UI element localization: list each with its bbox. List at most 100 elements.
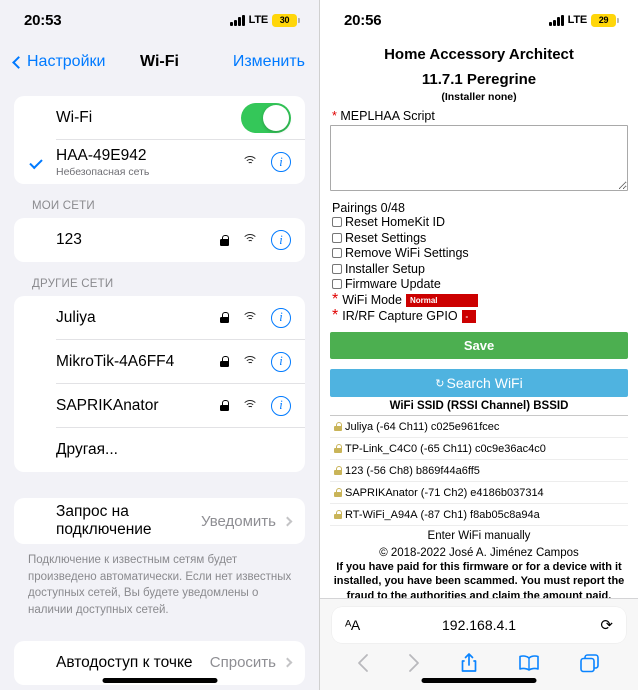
- network-icons: i: [220, 307, 291, 328]
- home-indicator: [421, 678, 537, 683]
- chevron-right-icon: [282, 516, 293, 526]
- pairings-count: Pairings 0/48: [332, 200, 405, 215]
- list-item[interactable]: 123 i: [56, 218, 305, 262]
- checkbox-row-remove-wifi-settings[interactable]: Remove WiFi Settings: [332, 246, 628, 262]
- ask-to-join-row[interactable]: Запрос на подключение Уведомить: [56, 498, 305, 544]
- network-ssid: Juliya: [56, 308, 96, 326]
- checkbox-firmware-update[interactable]: [332, 279, 342, 290]
- my-networks-card: 123 i: [14, 218, 305, 262]
- lock-icon: [220, 312, 229, 323]
- table-row[interactable]: SAPRIKAnator (-71 Ch2) e4186b037314: [330, 482, 628, 504]
- left-phone-wifi-settings: 20:53 LTE 30 Настройки Wi-Fi Изменить Wi…: [0, 0, 319, 690]
- checkbox-row-firmware-update[interactable]: Firmware Update: [332, 277, 628, 293]
- wifi-icon: [242, 355, 258, 368]
- ir-rf-gpio-row: * IR/RF Capture GPIO -: [332, 307, 628, 324]
- lock-icon: [334, 510, 343, 519]
- checkbox-row-installer-setup[interactable]: Installer Setup: [332, 261, 628, 277]
- wifi-icon: [242, 156, 258, 168]
- home-indicator: [102, 678, 217, 683]
- battery-level: 30: [279, 15, 290, 25]
- connected-network-row[interactable]: HAA-49E942 Небезопасная сеть i: [29, 140, 305, 184]
- edit-button[interactable]: Изменить: [233, 53, 305, 71]
- wifi-toggle-row[interactable]: Wi-Fi: [56, 96, 305, 140]
- other-networks-card: Juliya i MikroTik-4A6FF4 i SAPRIKAnator …: [14, 296, 305, 472]
- checkbox-row-reset-settings[interactable]: Reset Settings: [332, 230, 628, 246]
- back-icon[interactable]: [357, 653, 369, 678]
- info-icon[interactable]: i: [271, 395, 291, 416]
- status-time: 20:53: [24, 11, 62, 29]
- network-text: SAPRIKAnator: [56, 392, 220, 420]
- checkbox-label: Reset HomeKit ID: [345, 215, 446, 230]
- table-row[interactable]: TP-Link_C4C0 (-65 Ch11) c0c9e36ac4c0: [330, 438, 628, 460]
- scan-ssid: 123: [345, 464, 364, 477]
- scan-bssid: c025e961fcec: [430, 420, 500, 433]
- required-asterisk: *: [332, 307, 339, 324]
- checkbox-installer-setup[interactable]: [332, 263, 342, 274]
- chevron-right-icon: [282, 657, 293, 668]
- network-ssid: 123: [56, 231, 82, 248]
- wifi-main-card: Wi-Fi HAA-49E942 Небезопасная сеть i: [14, 96, 305, 184]
- table-row[interactable]: Juliya (-64 Ch11) c025e961fcec: [330, 416, 628, 438]
- checkbox-label: Reset Settings: [345, 230, 427, 245]
- ir-rf-gpio-select[interactable]: -: [461, 309, 476, 323]
- network-icons: i: [220, 351, 291, 372]
- search-wifi-button[interactable]: ↻ Search WiFi: [330, 369, 628, 397]
- app-title-line2: 11.7.1 Peregrine: [421, 70, 537, 88]
- lock-icon: [220, 400, 229, 411]
- scan-bssid: f8ab05c8a94a: [470, 508, 540, 521]
- tabs-icon[interactable]: [579, 653, 601, 678]
- scan-meta: (-87 Ch1): [420, 508, 468, 521]
- checkmark-icon: [29, 155, 43, 169]
- other-network-label: Другая...: [56, 441, 118, 458]
- table-row[interactable]: RT-WiFi_A94A (-87 Ch1) f8ab05c8a94a: [330, 504, 628, 526]
- left-status-bar: 20:53 LTE 30: [0, 0, 319, 40]
- address-bar[interactable]: ᴬA 192.168.4.1 ⟳: [332, 607, 626, 643]
- network-text: MikroTik-4A6FF4: [56, 348, 220, 376]
- info-icon[interactable]: i: [271, 307, 291, 328]
- checkbox-reset-settings[interactable]: [332, 232, 342, 243]
- list-item[interactable]: Juliya i: [56, 296, 305, 340]
- network-icons: i: [220, 395, 291, 416]
- info-icon[interactable]: i: [271, 351, 291, 372]
- status-indicators: LTE 30: [230, 13, 300, 27]
- wifi-toggle-label: Wi-Fi: [56, 108, 93, 126]
- script-input[interactable]: [330, 124, 628, 191]
- status-indicators: LTE 29: [549, 13, 619, 27]
- other-network-row[interactable]: Другая...: [56, 428, 305, 472]
- checkbox-reset-homekit-id[interactable]: [332, 217, 342, 228]
- wifi-toggle-switch[interactable]: [241, 102, 291, 133]
- checkbox-label: Firmware Update: [345, 277, 441, 292]
- network-ssid: SAPRIKAnator: [56, 396, 159, 414]
- save-button[interactable]: Save: [330, 332, 628, 359]
- info-icon[interactable]: i: [271, 152, 291, 172]
- share-icon[interactable]: [459, 652, 479, 679]
- right-phone-safari: 20:56 LTE 29 Home Accessory Architect 11…: [319, 0, 638, 690]
- bookmarks-icon[interactable]: [518, 654, 540, 677]
- scan-bssid: b869f44a6ff5: [415, 464, 480, 477]
- lock-icon: [334, 444, 343, 453]
- checkbox-label: Installer Setup: [345, 261, 425, 276]
- scan-bssid: e4186b037314: [470, 486, 544, 499]
- info-icon[interactable]: i: [271, 230, 291, 250]
- forward-icon[interactable]: [408, 653, 420, 678]
- lock-icon: [334, 488, 343, 497]
- enter-wifi-manually-link[interactable]: Enter WiFi manually: [330, 526, 628, 544]
- wifi-toggle-text: Wi-Fi: [56, 104, 241, 132]
- ask-to-join-card: Запрос на подключение Уведомить: [14, 498, 305, 544]
- scan-table-header: WiFi SSID (RSSI Channel) BSSID: [330, 397, 628, 416]
- script-field-label: * MEPLHAA Script: [332, 109, 628, 123]
- lock-icon: [334, 422, 343, 431]
- wifi-icon: [242, 234, 258, 246]
- reload-icon[interactable]: ⟳: [600, 616, 613, 634]
- left-nav-bar: Настройки Wi-Fi Изменить: [0, 40, 319, 84]
- wifi-icon: [242, 311, 258, 324]
- checkbox-remove-wifi-settings[interactable]: [332, 248, 342, 259]
- list-item[interactable]: SAPRIKAnator i: [56, 384, 305, 428]
- scan-meta: (-71 Ch2): [420, 486, 468, 499]
- checkbox-row-reset-homekit-id[interactable]: Reset HomeKit ID: [332, 215, 628, 231]
- wifi-mode-select[interactable]: Normal: [405, 293, 478, 307]
- other-networks-header: ДРУГИЕ СЕТИ: [32, 278, 114, 290]
- list-item[interactable]: MikroTik-4A6FF4 i: [56, 340, 305, 384]
- table-row[interactable]: 123 (-56 Ch8) b869f44a6ff5: [330, 460, 628, 482]
- scan-bssid: c0c9e36ac4c0: [474, 442, 546, 455]
